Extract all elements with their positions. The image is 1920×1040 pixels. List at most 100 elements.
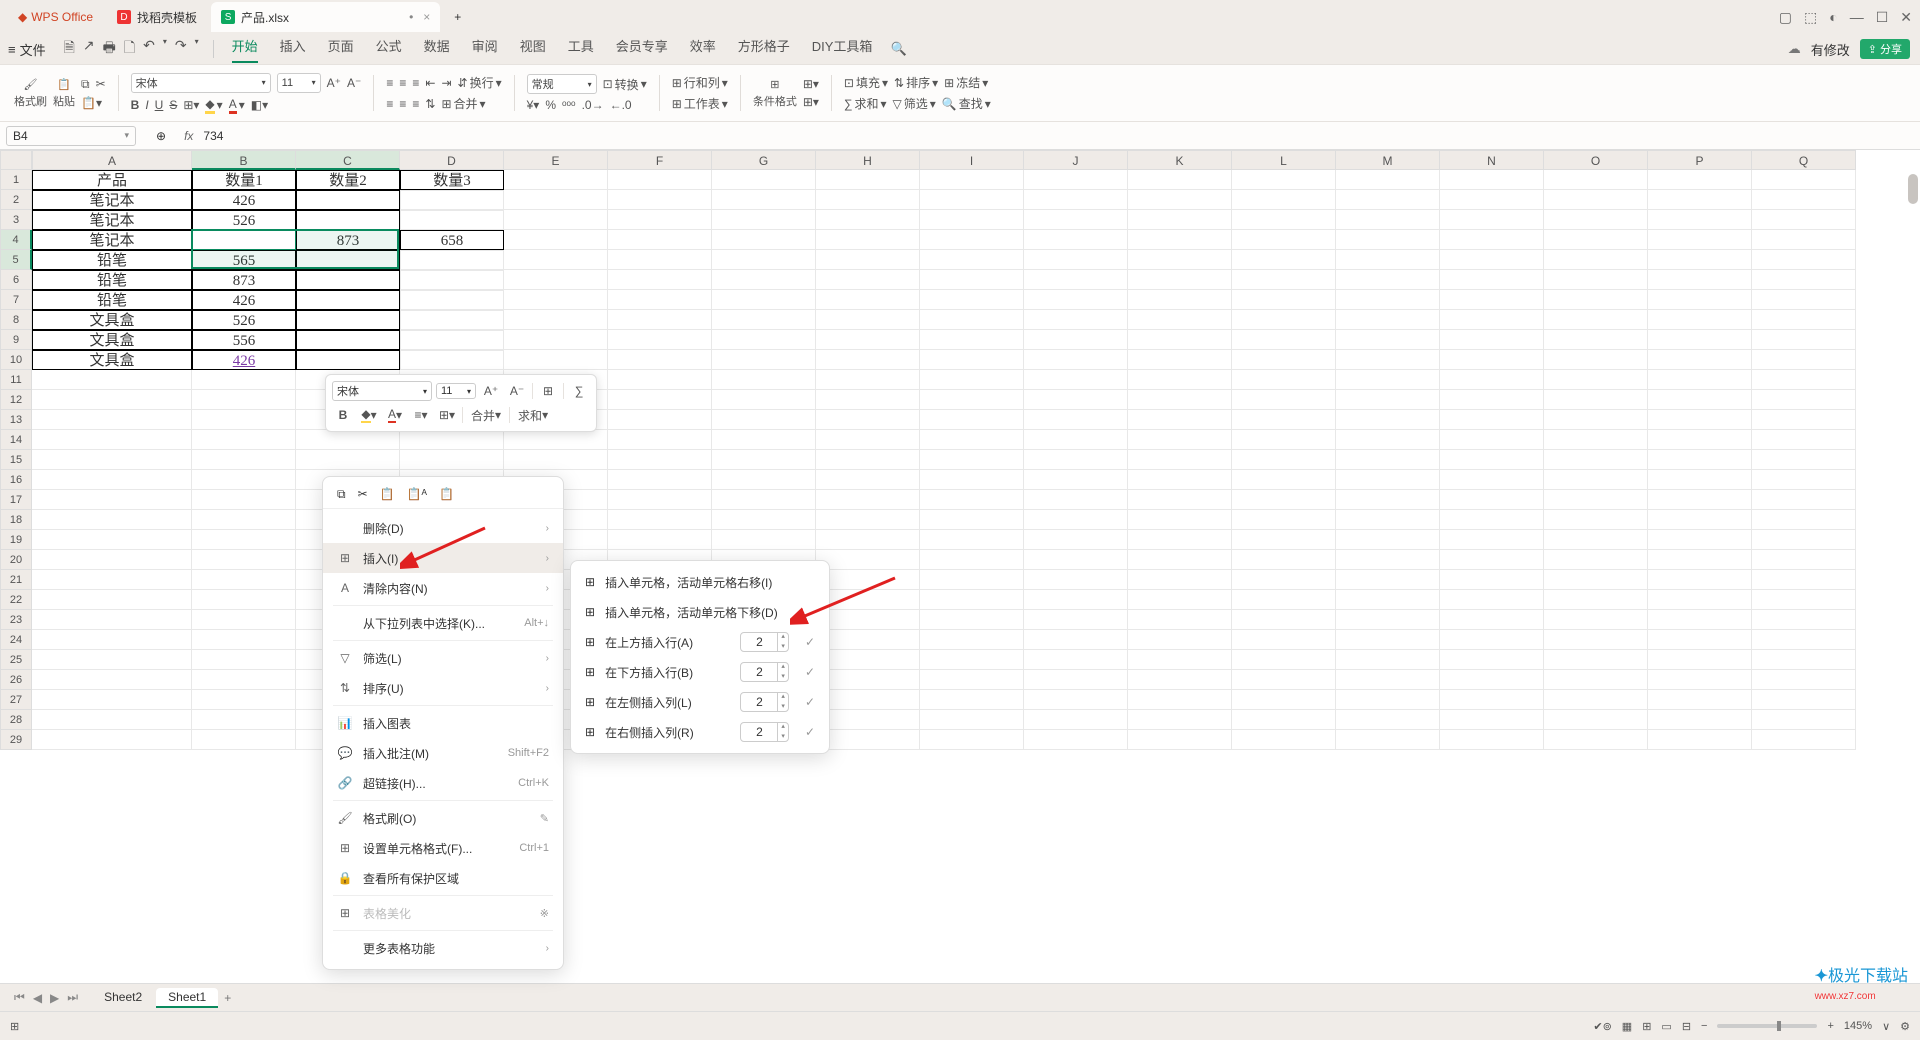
indent-inc-icon[interactable]: ⇥ — [441, 76, 451, 90]
col-header-C[interactable]: C — [296, 150, 400, 170]
submenu-item[interactable]: ⊞在下方插入行(B)2▴▾✓ — [571, 657, 829, 687]
print-icon[interactable]: 🖶 — [103, 37, 116, 61]
mini-merge-button[interactable]: 合并▾ — [467, 405, 505, 425]
merge-button[interactable]: ⊞ 合并▾ — [441, 95, 485, 112]
col-header-E[interactable]: E — [504, 150, 608, 170]
row-header-21[interactable]: 21 — [0, 570, 32, 590]
ctx-item[interactable]: 从下拉列表中选择(K)...Alt+↓ — [323, 608, 563, 638]
ctx-item[interactable]: 🔗超链接(H)...Ctrl+K — [323, 768, 563, 798]
add-sheet-button[interactable]: + — [224, 991, 231, 1005]
data-cell[interactable] — [400, 270, 504, 290]
convert-button[interactable]: ⊡ 转换▾ — [603, 76, 647, 93]
col-header-Q[interactable]: Q — [1752, 150, 1856, 170]
data-cell[interactable] — [400, 350, 504, 370]
data-cell[interactable]: 铅笔 — [32, 290, 192, 310]
align-right-icon[interactable]: ≡ — [412, 97, 419, 111]
sheet-tab[interactable]: Sheet1 — [156, 988, 218, 1008]
menu-审阅[interactable]: 审阅 — [472, 36, 498, 63]
row-header-10[interactable]: 10 — [0, 350, 32, 370]
row-header-11[interactable]: 11 — [0, 370, 32, 390]
indent-dec-icon[interactable]: ⇤ — [425, 76, 435, 90]
confirm-icon[interactable]: ✓ — [805, 725, 815, 739]
percent-button[interactable]: % — [545, 98, 556, 112]
data-cell[interactable]: 873 — [192, 270, 296, 290]
align-left-icon[interactable]: ≡ — [386, 97, 393, 111]
menu-DIY工具箱[interactable]: DIY工具箱 — [812, 36, 873, 63]
row-header-23[interactable]: 23 — [0, 610, 32, 630]
col-header-H[interactable]: H — [816, 150, 920, 170]
row-header-22[interactable]: 22 — [0, 590, 32, 610]
data-cell[interactable] — [296, 190, 400, 210]
mini-sum-button[interactable]: 求和▾ — [514, 405, 552, 425]
select-all-corner[interactable] — [0, 150, 32, 170]
data-cell[interactable] — [400, 190, 504, 210]
mini-dec-font-icon[interactable]: A⁻ — [506, 381, 528, 401]
ctx-item[interactable]: ⊞设置单元格格式(F)...Ctrl+1 — [323, 833, 563, 863]
ctx-item[interactable]: 🔒查看所有保护区域 — [323, 863, 563, 893]
formula-value[interactable]: 734 — [203, 129, 223, 143]
comma-button[interactable]: ᵒᵒᵒ — [562, 98, 576, 112]
data-cell[interactable] — [400, 310, 504, 330]
row-header-24[interactable]: 24 — [0, 630, 32, 650]
dec-decimal-button[interactable]: ←.0 — [610, 98, 632, 112]
save-icon[interactable]: 🗎 — [64, 37, 75, 61]
cond-format-button[interactable]: ⊞条件格式 — [753, 78, 797, 109]
data-cell[interactable] — [296, 210, 400, 230]
confirm-icon[interactable]: ✓ — [805, 635, 815, 649]
row-header-8[interactable]: 8 — [0, 310, 32, 330]
undo-dd-icon[interactable]: ▾ — [163, 37, 167, 61]
row-header-4[interactable]: 4 — [0, 230, 32, 250]
strike-button[interactable]: S — [169, 98, 177, 112]
restore-icon[interactable]: ▢ — [1779, 9, 1792, 26]
wrap-button[interactable]: ⇵ 换行▾ — [458, 74, 502, 91]
view-check-icon[interactable]: ✔⊚ — [1593, 1020, 1611, 1033]
row-header-28[interactable]: 28 — [0, 710, 32, 730]
redo-icon[interactable]: ↷ — [175, 37, 187, 61]
header-cell[interactable]: 产品 — [32, 170, 192, 190]
sheet-nav-last-icon[interactable]: ⏭ — [63, 990, 82, 1005]
currency-button[interactable]: ¥▾ — [527, 98, 540, 112]
row-header-29[interactable]: 29 — [0, 730, 32, 750]
document-tab[interactable]: S 产品.xlsx • × — [211, 2, 440, 32]
zoom-slider[interactable] — [1717, 1024, 1817, 1028]
stepper-up-icon[interactable]: ▴ — [778, 662, 788, 672]
row-count-stepper[interactable]: 2▴▾ — [740, 722, 789, 742]
data-cell[interactable] — [296, 250, 400, 270]
col-header-K[interactable]: K — [1128, 150, 1232, 170]
menu-方形格子[interactable]: 方形格子 — [738, 36, 790, 63]
col-header-P[interactable]: P — [1648, 150, 1752, 170]
mini-bold-button[interactable]: B — [332, 405, 354, 425]
copy-button[interactable]: ⧉ — [81, 77, 90, 92]
zoom-dd-icon[interactable]: ∨ — [1882, 1020, 1890, 1033]
ctx-item[interactable]: ▽筛选(L)› — [323, 643, 563, 673]
confirm-icon[interactable]: ✓ — [805, 695, 815, 709]
data-cell[interactable]: 文具盒 — [32, 330, 192, 350]
italic-button[interactable]: I — [145, 98, 148, 112]
data-cell[interactable]: 565 — [192, 250, 296, 270]
ctx-item[interactable]: 📊插入图表 — [323, 708, 563, 738]
menu-工具[interactable]: 工具 — [568, 36, 594, 63]
fill-button[interactable]: ⊡ 填充▾ — [844, 74, 888, 91]
new-tab-button[interactable]: + — [444, 2, 471, 32]
data-cell[interactable] — [296, 350, 400, 370]
template-tab[interactable]: D 找稻壳模板 — [107, 2, 207, 32]
decrease-font-icon[interactable]: A⁻ — [347, 76, 361, 90]
avatar-icon[interactable]: ◐ — [1829, 9, 1837, 25]
menu-公式[interactable]: 公式 — [376, 36, 402, 63]
header-cell[interactable]: 数量3 — [400, 170, 504, 190]
freeze-button[interactable]: ⊞ 冻结▾ — [944, 74, 988, 91]
name-box[interactable]: B4▾ — [6, 126, 136, 146]
col-header-B[interactable]: B — [192, 150, 296, 170]
vertical-scrollbar[interactable] — [1908, 174, 1918, 204]
mini-size-select[interactable]: 11▾ — [436, 383, 476, 399]
col-header-A[interactable]: A — [32, 150, 192, 170]
data-cell[interactable]: 556 — [192, 330, 296, 350]
view-normal-icon[interactable]: ⊞ — [1642, 1020, 1651, 1033]
data-cell[interactable]: 426 — [192, 350, 296, 370]
row-header-20[interactable]: 20 — [0, 550, 32, 570]
col-header-I[interactable]: I — [920, 150, 1024, 170]
sort-button[interactable]: ⇅ 排序▾ — [894, 74, 938, 91]
col-header-G[interactable]: G — [712, 150, 816, 170]
menu-效率[interactable]: 效率 — [690, 36, 716, 63]
table-style-button[interactable]: ⊞▾ — [803, 95, 819, 109]
